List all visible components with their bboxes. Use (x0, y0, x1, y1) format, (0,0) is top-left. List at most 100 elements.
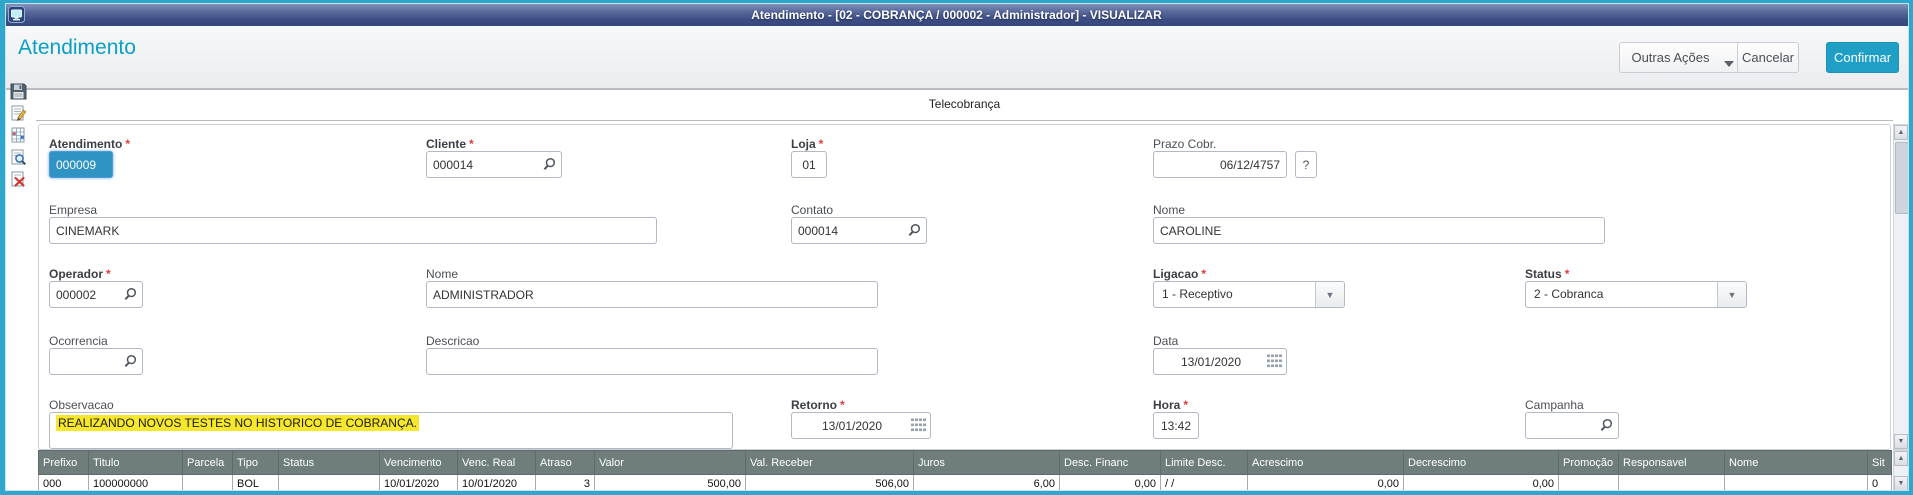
hora-input[interactable] (1153, 412, 1199, 439)
grid-column-header[interactable]: Titulo (88, 450, 183, 475)
scroll-down-button[interactable]: ▼ (1894, 476, 1908, 491)
table-cell: 0,00 (1059, 474, 1161, 494)
grid-column-header[interactable]: Decrescimo (1403, 450, 1559, 475)
grid-column-header[interactable]: Venc. Real (457, 450, 536, 475)
required-marker: * (1564, 267, 1570, 281)
calendar-icon[interactable] (911, 418, 926, 432)
search-document-button[interactable] (7, 148, 29, 170)
nome-contato-input[interactable] (1153, 217, 1605, 244)
field-hora: Hora * (1153, 398, 1199, 439)
chevron-down-icon (1723, 60, 1734, 67)
retorno-input[interactable] (791, 412, 931, 439)
tab-telecobranca[interactable]: Telecobrança (911, 90, 1018, 118)
table-cell: 10/01/2020 (457, 474, 536, 494)
table-cell (182, 474, 233, 494)
scroll-up-button[interactable]: ▲ (1894, 125, 1908, 140)
empresa-input[interactable] (49, 217, 657, 244)
table-cell (1724, 474, 1868, 494)
scroll-up-button[interactable]: ▲ (1894, 451, 1908, 466)
delete-document-icon (9, 171, 28, 192)
empresa-label: Empresa (49, 203, 98, 217)
form-panel: Atendimento* Cliente* Loja* Prazo Cobr. … (38, 124, 1891, 450)
magnifier-icon[interactable] (123, 354, 138, 369)
tab-strip: Telecobrança (36, 90, 1893, 121)
grid-column-header[interactable]: Juros (913, 450, 1060, 475)
outras-acoes-label: Outras Ações (1631, 50, 1710, 65)
grid-column-header[interactable]: Status (278, 450, 380, 475)
field-prazo-cobr: Prazo Cobr. (1153, 137, 1287, 178)
grid-header-row: Prefixo Titulo Parcela Tipo Status Venci… (38, 450, 1892, 475)
descricao-input[interactable] (426, 348, 878, 375)
grid-column-header[interactable]: Responsavel (1618, 450, 1725, 475)
grid-scrollbar: ▲ ▼ (1893, 450, 1909, 492)
observacao-highlighted-text: REALIZANDO NOVOS TESTES NO HISTORICO DE … (56, 415, 419, 431)
table-cell: 000 (38, 474, 89, 494)
table-cell: 0 (1867, 474, 1892, 494)
table-cell (1558, 474, 1619, 494)
outras-acoes-button[interactable]: Outras Ações (1619, 42, 1746, 73)
edit-note-button[interactable] (7, 104, 29, 126)
contato-label: Contato (791, 203, 834, 217)
chevron-down-icon[interactable]: ▼ (1717, 282, 1746, 307)
status-select[interactable]: 2 - Cobranca ▼ (1525, 281, 1747, 308)
cancelar-button[interactable]: Cancelar (1737, 42, 1799, 73)
required-marker: * (1183, 398, 1189, 412)
grid-column-header[interactable]: Desc. Financ (1059, 450, 1161, 475)
spreadsheet-button[interactable] (7, 126, 29, 148)
grid-column-header[interactable]: Prefixo (38, 450, 89, 475)
form-scrollbar: ▲ ▼ (1893, 124, 1909, 450)
ligacao-label: Ligacao * (1153, 267, 1207, 281)
prazo-help-button[interactable]: ? (1295, 151, 1317, 178)
grid-column-header[interactable]: Atraso (535, 450, 595, 475)
required-marker: * (840, 398, 845, 412)
field-cliente: Cliente * (426, 137, 562, 178)
prazo-cobr-input[interactable] (1153, 151, 1287, 178)
grid-column-header[interactable]: Acrescimo (1247, 450, 1404, 475)
confirmar-button[interactable]: Confirmar (1826, 42, 1899, 73)
nome-operador-input[interactable] (426, 281, 878, 308)
operador-label: Operador * (49, 267, 111, 281)
table-row[interactable]: 000 100000000 BOL 10/01/2020 10/01/2020 … (38, 474, 1892, 494)
magnifier-icon[interactable] (1599, 418, 1614, 433)
page-title: Atendimento (18, 36, 136, 59)
grid-column-header[interactable]: Nome (1724, 450, 1868, 475)
required-marker: * (106, 267, 111, 281)
grid-column-header[interactable]: Sit (1867, 450, 1892, 475)
observacao-label: Observacao (49, 398, 114, 412)
status-label: Status * (1525, 267, 1570, 281)
scrollbar-thumb[interactable] (1895, 142, 1909, 214)
data-label: Data (1153, 334, 1179, 348)
table-cell: 6,00 (913, 474, 1060, 494)
retorno-label: Retorno * (791, 398, 845, 412)
scroll-down-button[interactable]: ▼ (1894, 434, 1908, 449)
save-button[interactable] (7, 82, 29, 104)
titulos-table: Prefixo Titulo Parcela Tipo Status Venci… (38, 450, 1892, 494)
field-descricao: Descricao (426, 334, 878, 375)
calendar-icon[interactable] (1267, 354, 1282, 368)
delete-document-button[interactable] (7, 170, 29, 192)
grid-column-header[interactable]: Limite Desc. (1160, 450, 1248, 475)
magnifier-icon[interactable] (907, 223, 922, 238)
grid-column-header[interactable]: Promoção (1558, 450, 1619, 475)
window-title: Atendimento - [02 - COBRANÇA / 000002 - … (751, 7, 1162, 22)
required-marker: * (1201, 267, 1207, 281)
observacao-textarea[interactable]: REALIZANDO NOVOS TESTES NO HISTORICO DE … (49, 412, 733, 449)
grid-column-header[interactable]: Parcela (182, 450, 233, 475)
atendimento-input[interactable] (49, 151, 113, 178)
cliente-label: Cliente * (426, 137, 474, 151)
grid-column-header[interactable]: Tipo (232, 450, 279, 475)
loja-input[interactable] (791, 151, 827, 178)
field-contato: Contato (791, 203, 927, 244)
magnifier-icon[interactable] (123, 287, 138, 302)
nome-contato-label: Nome (1153, 203, 1186, 217)
chevron-down-icon[interactable]: ▼ (1315, 282, 1344, 307)
window-titlebar: Atendimento - [02 - COBRANÇA / 000002 - … (4, 3, 1909, 26)
field-loja: Loja * (791, 137, 827, 178)
edit-note-icon (9, 105, 28, 126)
table-cell: 0,00 (1247, 474, 1404, 494)
magnifier-icon[interactable] (542, 157, 557, 172)
grid-column-header[interactable]: Vencimento (379, 450, 458, 475)
ligacao-select[interactable]: 1 - Receptivo ▼ (1153, 281, 1345, 308)
grid-column-header[interactable]: Val. Receber (745, 450, 914, 475)
grid-column-header[interactable]: Valor (594, 450, 746, 475)
